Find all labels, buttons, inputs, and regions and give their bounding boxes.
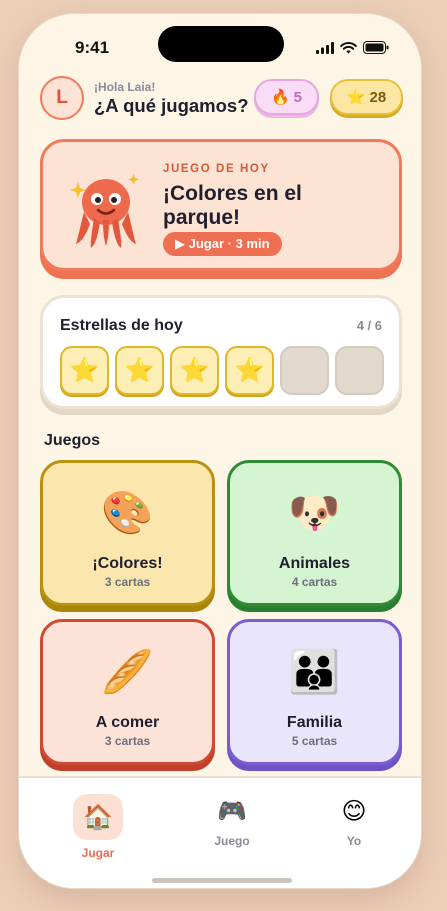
stars-total: 28 (369, 88, 387, 106)
star-icon: ⭐ (346, 89, 366, 106)
game-card-count: 4 cartas (291, 575, 338, 589)
signal-icon (316, 41, 334, 54)
star-slot: ⭐ (60, 346, 109, 395)
game-card-familia[interactable]: 👪 Familia 5 cartas (227, 619, 402, 765)
avatar[interactable]: L (40, 76, 84, 120)
stars-chip[interactable]: ⭐ 28 (330, 79, 403, 115)
hero-label: JUEGO DE HOY (163, 163, 270, 175)
star-icon: ⭐ (179, 357, 210, 384)
greeting-text: ¡Hola Laia! (94, 80, 156, 94)
status-time: 9:41 (75, 38, 110, 57)
game-card-colores[interactable]: 🎨 ¡Colores! 3 cartas (40, 460, 215, 606)
home-icon: 🏠 (73, 794, 123, 840)
home-header: L ¡Hola Laia! ¿A qué jugamos? 🔥 5 ⭐ 28 (40, 76, 403, 122)
page-title: ¿A qué jugamos? (94, 95, 249, 116)
dynamic-island (158, 26, 284, 62)
tab-yo[interactable]: 😊 Yo (309, 788, 399, 849)
wifi-icon (340, 41, 357, 53)
game-card-a-comer[interactable]: 🥖 A comer 3 cartas (40, 619, 215, 765)
empty-star-slot (335, 346, 384, 395)
game-name: Familia (286, 714, 343, 731)
palette-icon: 🎨 (101, 489, 154, 536)
games-section-title: Juegos (44, 432, 101, 449)
daily-stars-card: Estrellas de hoy 4 / 6 ⭐ ⭐ ⭐ ⭐ (40, 295, 402, 409)
tab-juego[interactable]: 🎮 Juego (187, 788, 277, 849)
streak-count: 5 (293, 88, 303, 106)
tab-bar: 🏠 Jugar 🎮 Juego 😊 Yo (19, 776, 421, 888)
empty-star-slot (280, 346, 329, 395)
octopus-icon (70, 174, 139, 248)
star-icon: ⭐ (69, 357, 100, 384)
fire-icon: 🔥 (270, 89, 290, 106)
dog-icon: 🐶 (288, 489, 341, 536)
tab-jugar[interactable]: 🏠 Jugar (53, 794, 143, 860)
game-name: A comer (95, 714, 160, 731)
tab-label: Yo (346, 834, 362, 848)
hero-title: ¡Colores en el parque! (163, 182, 302, 229)
star-slot: ⭐ (170, 346, 219, 395)
game-card-count: 3 cartas (104, 575, 151, 589)
game-card-count: 3 cartas (104, 734, 151, 748)
smiley-icon: 😊 (341, 797, 367, 825)
tab-label: Juego (214, 834, 250, 848)
star-slot: ⭐ (115, 346, 164, 395)
game-name: Animales (278, 555, 351, 572)
star-icon: ⭐ (124, 357, 155, 384)
stars-title: Estrellas de hoy (60, 317, 183, 334)
star-icon: ⭐ (234, 357, 265, 384)
streak-chip[interactable]: 🔥 5 (254, 79, 319, 115)
status-bar: 9:41 (19, 14, 421, 74)
bread-icon: 🥖 (101, 648, 154, 695)
game-card-count: 5 cartas (291, 734, 338, 748)
star-slots: ⭐ ⭐ ⭐ ⭐ (60, 346, 384, 395)
battery-icon (363, 41, 389, 54)
family-icon: 👪 (288, 648, 341, 695)
home-indicator[interactable] (152, 878, 292, 883)
phone-screen: 9:41 L ¡Hola Laia! ¿A qué jugamos? 🔥 5 ⭐… (18, 13, 422, 889)
game-name: ¡Colores! (92, 555, 163, 572)
daily-game-card[interactable]: JUEGO DE HOY ¡Colores en el parque! ▶ Ju… (40, 139, 402, 271)
star-slot: ⭐ (225, 346, 274, 395)
game-card-animales[interactable]: 🐶 Animales 4 cartas (227, 460, 402, 606)
tab-label: Jugar (81, 846, 115, 860)
status-icons (316, 41, 389, 54)
play-button[interactable]: ▶ Jugar · 3 min (163, 232, 282, 256)
gamepad-icon: 🎮 (217, 797, 247, 825)
stars-progress: 4 / 6 (356, 318, 382, 333)
